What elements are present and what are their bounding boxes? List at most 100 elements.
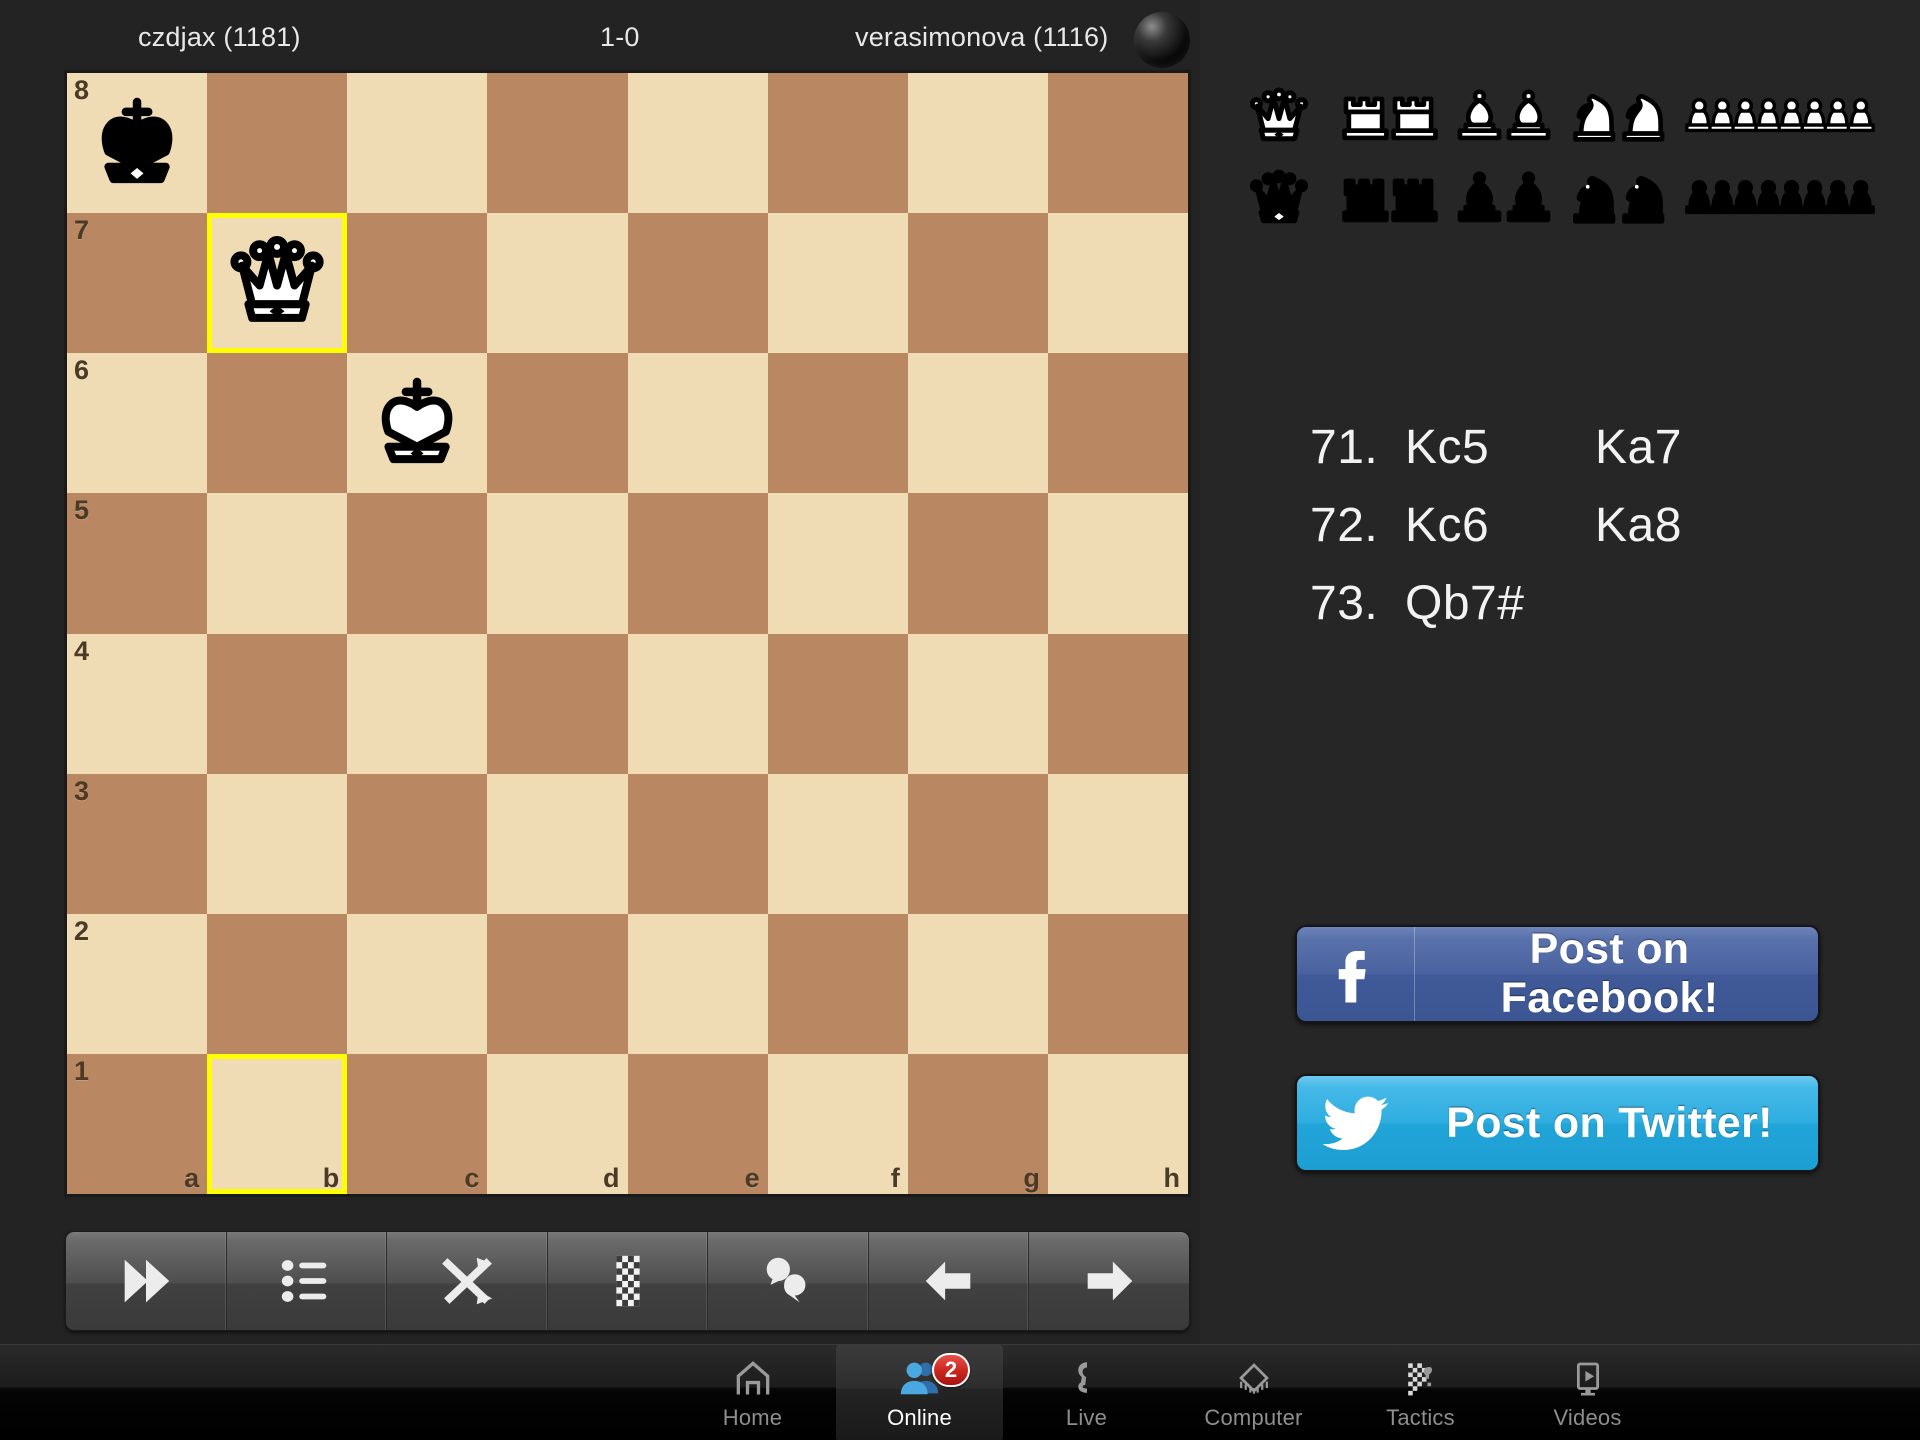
- board-square-d7[interactable]: [487, 213, 628, 354]
- board-square-e3[interactable]: [627, 773, 768, 914]
- tab-tactics[interactable]: Tactics: [1337, 1345, 1504, 1440]
- board-square-b3[interactable]: [207, 773, 348, 914]
- board-square-e7[interactable]: [627, 213, 768, 354]
- board-square-f3[interactable]: [767, 773, 908, 914]
- chat-button[interactable]: [708, 1232, 869, 1330]
- chessboard-container: 8 7 6 5 4 3 2 1 a b c d e f g h: [64, 70, 1191, 1197]
- board-square-a2[interactable]: 2: [67, 913, 208, 1054]
- board-square-h2[interactable]: [1047, 913, 1188, 1054]
- captured-black-queen-icon: [1225, 164, 1333, 234]
- board-square-b6[interactable]: [207, 353, 348, 494]
- board-square-e8[interactable]: [627, 73, 768, 214]
- board-square-c8[interactable]: [347, 73, 488, 214]
- board-square-f7[interactable]: [767, 213, 908, 354]
- board-square-b5[interactable]: [207, 493, 348, 634]
- board-square-b8[interactable]: [207, 73, 348, 214]
- board-square-h1[interactable]: h: [1047, 1053, 1188, 1194]
- move-white[interactable]: Qb7#: [1405, 576, 1595, 631]
- white-king-piece[interactable]: [347, 353, 487, 493]
- board-square-c5[interactable]: [347, 493, 488, 634]
- board-square-c2[interactable]: [347, 913, 488, 1054]
- board-square-h6[interactable]: [1047, 353, 1188, 494]
- board-square-d2[interactable]: [487, 913, 628, 1054]
- board-square-a1[interactable]: 1a: [67, 1053, 208, 1194]
- board-square-b1[interactable]: b: [207, 1053, 348, 1195]
- board-square-d4[interactable]: [487, 633, 628, 774]
- post-on-facebook-button[interactable]: Post on Facebook!: [1295, 925, 1820, 1023]
- move-row[interactable]: 72. Kc6 Ka8: [1310, 498, 1870, 576]
- tab-live[interactable]: Live: [1003, 1345, 1170, 1440]
- move-black[interactable]: Ka7: [1595, 420, 1785, 475]
- board-square-g8[interactable]: [907, 73, 1048, 214]
- board-square-a8[interactable]: 8: [67, 73, 208, 214]
- board-square-f8[interactable]: [767, 73, 908, 214]
- move-row[interactable]: 71. Kc5 Ka7: [1310, 420, 1870, 498]
- board-square-d5[interactable]: [487, 493, 628, 634]
- board-square-f5[interactable]: [767, 493, 908, 634]
- move-white[interactable]: Kc5: [1405, 420, 1595, 475]
- captured-black-pawn-icon: [1675, 164, 1885, 234]
- black-king-piece[interactable]: [67, 73, 207, 213]
- board-square-h8[interactable]: [1047, 73, 1188, 214]
- tab-online[interactable]: Online 2: [836, 1345, 1003, 1440]
- file-label-b: b: [322, 1163, 340, 1193]
- board-square-e4[interactable]: [627, 633, 768, 774]
- board-square-e1[interactable]: e: [627, 1053, 768, 1194]
- board-square-f2[interactable]: [767, 913, 908, 1054]
- captured-white-pawn-icon: [1675, 82, 1885, 152]
- board-square-e2[interactable]: [627, 913, 768, 1054]
- move-black[interactable]: Ka8: [1595, 498, 1785, 553]
- arrow-right-button[interactable]: [1029, 1232, 1189, 1330]
- board-square-h7[interactable]: [1047, 213, 1188, 354]
- white-player-name: czdjax (1181): [138, 22, 301, 52]
- board-square-e6[interactable]: [627, 353, 768, 494]
- board-square-a3[interactable]: 3: [67, 773, 208, 914]
- board-square-c1[interactable]: c: [347, 1053, 488, 1194]
- board-square-h4[interactable]: [1047, 633, 1188, 774]
- board-square-g6[interactable]: [907, 353, 1048, 494]
- post-on-twitter-button[interactable]: Post on Twitter!: [1295, 1074, 1820, 1172]
- board-square-g3[interactable]: [907, 773, 1048, 914]
- move-white[interactable]: Kc6: [1405, 498, 1595, 553]
- board-square-f4[interactable]: [767, 633, 908, 774]
- board-square-d3[interactable]: [487, 773, 628, 914]
- move-list[interactable]: 71. Kc5 Ka7 72. Kc6 Ka8 73. Qb7#: [1310, 420, 1870, 654]
- board-square-g4[interactable]: [907, 633, 1048, 774]
- board-square-b7[interactable]: [207, 213, 348, 354]
- move-row[interactable]: 73. Qb7#: [1310, 576, 1870, 654]
- board-square-d6[interactable]: [487, 353, 628, 494]
- board-square-b4[interactable]: [207, 633, 348, 774]
- board-square-c6[interactable]: [347, 353, 488, 494]
- board-square-g1[interactable]: g: [907, 1053, 1048, 1194]
- board-square-f6[interactable]: [767, 353, 908, 494]
- black-player-name: verasimonova (1116): [855, 22, 1109, 52]
- board-square-c7[interactable]: [347, 213, 488, 354]
- tab-home[interactable]: Home: [669, 1345, 836, 1440]
- chessboard[interactable]: 8 7 6 5 4 3 2 1 a b c d e f g h: [67, 73, 1188, 1195]
- board-square-a5[interactable]: 5: [67, 493, 208, 634]
- white-queen-piece[interactable]: [207, 213, 347, 353]
- board-square-b2[interactable]: [207, 913, 348, 1054]
- board-square-a7[interactable]: 7: [67, 213, 208, 354]
- board-square-e5[interactable]: [627, 493, 768, 634]
- board-square-g5[interactable]: [907, 493, 1048, 634]
- board-square-c3[interactable]: [347, 773, 488, 914]
- board-square-h5[interactable]: [1047, 493, 1188, 634]
- board-square-g2[interactable]: [907, 913, 1048, 1054]
- board-square-a4[interactable]: 4: [67, 633, 208, 774]
- board-square-f1[interactable]: f: [767, 1053, 908, 1194]
- board-square-g7[interactable]: [907, 213, 1048, 354]
- shuffle-button[interactable]: [387, 1232, 548, 1330]
- board-square-h3[interactable]: [1047, 773, 1188, 914]
- board-square-d1[interactable]: d: [487, 1053, 628, 1194]
- list-button[interactable]: [227, 1232, 388, 1330]
- tab-computer[interactable]: Computer: [1170, 1345, 1337, 1440]
- board-square-c4[interactable]: [347, 633, 488, 774]
- board-square-a6[interactable]: 6: [67, 353, 208, 494]
- list-icon: [275, 1250, 337, 1312]
- board-button[interactable]: [548, 1232, 709, 1330]
- fast-forward-button[interactable]: [66, 1232, 227, 1330]
- board-square-d8[interactable]: [487, 73, 628, 214]
- tab-videos[interactable]: Videos: [1504, 1345, 1671, 1440]
- arrow-left-button[interactable]: [869, 1232, 1030, 1330]
